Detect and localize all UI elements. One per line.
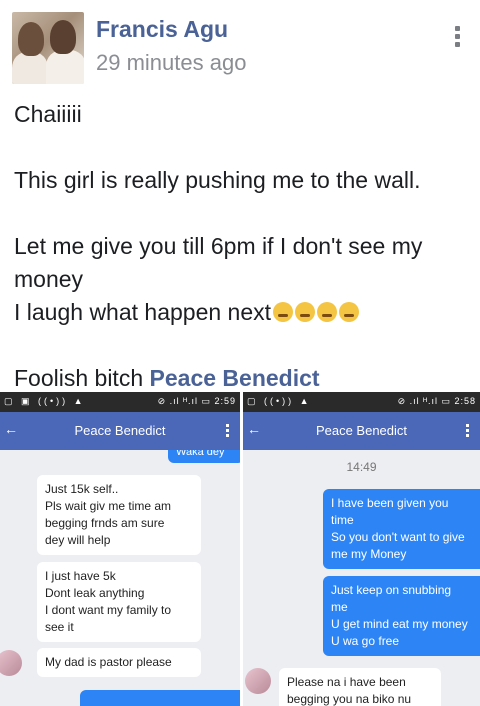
sent-message-partial [80,690,240,706]
sent-message: Just keep on snubbing me U get mind eat my… [323,576,480,656]
post-line: Let me give you till 6pm if I don't see … [14,233,423,292]
chat-menu-icon[interactable] [226,424,230,439]
status-bar: ▢ ((•)) ▲ ⊘ .ıl ᴴ.ıl ▭ 2:58 [243,392,480,412]
post-body: Chaiiiii This girl is really pushing me … [14,98,474,395]
received-message: My dad is pastor please [37,648,201,677]
post-line: I laugh what happen next [14,296,474,329]
chat-appbar: ← Peace Benedict [243,412,480,450]
chat-menu-icon[interactable] [466,424,470,439]
crying-emoji-icon [295,301,316,322]
chat-title: Peace Benedict [315,423,408,438]
contact-avatar [0,650,22,676]
crying-emoji-icon [317,301,338,322]
mention-link[interactable]: Peace Benedict [150,365,320,391]
sent-message: I have been given you time So you don't wa… [323,489,480,569]
chat-appbar: ← Peace Benedict [0,412,240,450]
author-name[interactable]: Francis Agu [96,16,228,43]
received-message: Just 15k self.. Pls wait giv me time am be… [37,475,201,555]
received-message: I just have 5k Dont leak anything I dont w… [37,562,201,642]
screenshot-right: ▢ ((•)) ▲ ⊘ .ıl ᴴ.ıl ▭ 2:58 ← Peace Bene… [243,392,480,706]
post-line: This girl is really pushing me to the wa… [14,167,421,193]
sent-message: Waka dey [168,450,240,463]
contact-avatar [245,668,271,694]
chat-thread: 14:49 I have been given you time So you do… [243,450,480,706]
status-bar: ▢ ▣ ((•)) ▲ ⊘ .ıl ᴴ.ıl ▭ 2:59 [0,392,240,412]
post-timestamp[interactable]: 29 minutes ago [96,50,246,76]
received-message: Please na i have been begging you na biko… [279,668,441,706]
post-line: Foolish bitch Peace Benedict [14,365,320,391]
post-menu-icon[interactable] [452,26,462,52]
crying-emoji-icon [273,301,294,322]
crying-emoji-icon [339,301,360,322]
post-line: Chaiiiii [14,101,82,127]
chat-thread: Waka dey Just 15k self.. Pls wait giv me … [0,450,240,706]
chat-title: Peace Benedict [74,423,166,438]
post-header: Francis Agu 29 minutes ago [0,0,480,92]
screenshot-left: ▢ ▣ ((•)) ▲ ⊘ .ıl ᴴ.ıl ▭ 2:59 ← Peace Be… [0,392,240,706]
chat-timestamp: 14:49 [346,460,377,474]
author-avatar[interactable] [12,12,84,84]
